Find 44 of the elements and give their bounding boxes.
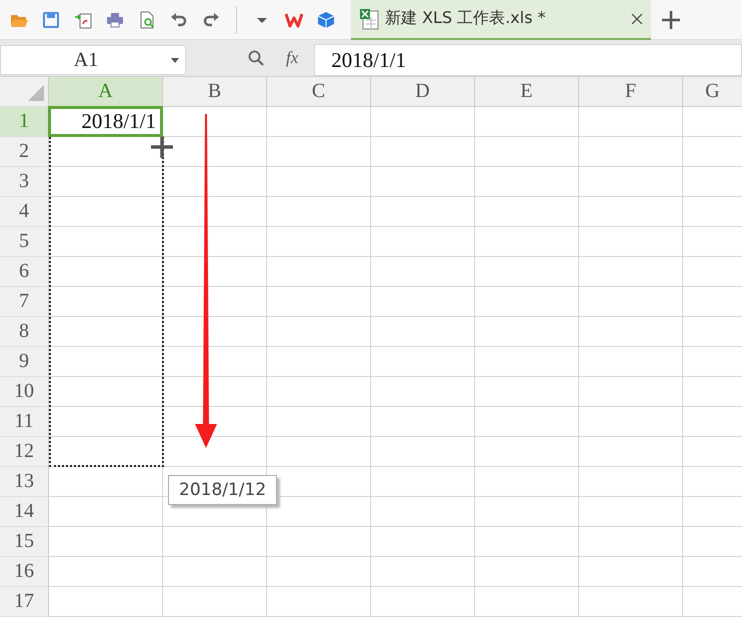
formula-input[interactable]: 2018/1/1 [314,44,742,76]
crosshair-cursor-icon [149,134,175,160]
print-preview-icon[interactable] [138,10,156,28]
column-header[interactable]: F [579,77,683,107]
undo-icon[interactable] [170,10,188,28]
row-header[interactable]: 14 [0,497,49,527]
row-header[interactable]: 11 [0,407,49,437]
search-icon[interactable] [248,50,264,66]
row-header[interactable]: 3 [0,167,49,197]
row-header[interactable]: 12 [0,437,49,467]
row-header[interactable]: 5 [0,227,49,257]
file-tab[interactable]: 新建 XLS 工作表.xls * [351,0,651,40]
row-header[interactable]: 7 [0,287,49,317]
name-box[interactable]: A1 [0,45,186,75]
new-tab-icon[interactable] [661,10,681,30]
row-header[interactable]: 4 [0,197,49,227]
save-icon[interactable] [42,10,60,28]
cube-icon[interactable] [317,10,335,28]
column-header[interactable]: B [163,77,267,107]
print-icon[interactable] [106,10,124,28]
table-cell: 2018/1/1 [48,106,163,137]
row-header[interactable]: 9 [0,347,49,377]
column-header[interactable]: G [683,77,742,107]
row-header[interactable]: 6 [0,257,49,287]
row-header[interactable]: 10 [0,377,49,407]
row-header[interactable]: 2 [0,137,49,167]
column-header[interactable]: D [371,77,475,107]
row-header[interactable]: 16 [0,557,49,587]
export-document-icon[interactable] [74,10,92,28]
redo-icon[interactable] [202,10,220,28]
caret-icon [171,58,179,62]
spreadsheet-file-icon [359,8,379,30]
column-header[interactable]: C [267,77,371,107]
row-header[interactable]: 17 [0,587,49,617]
row-header[interactable]: 8 [0,317,49,347]
row-header[interactable]: 13 [0,467,49,497]
row-header[interactable]: 15 [0,527,49,557]
function-button[interactable]: fx [286,48,298,68]
row-header[interactable]: 1 [0,107,49,137]
close-icon[interactable] [631,12,643,24]
column-header[interactable]: E [475,77,579,107]
w-logo-icon[interactable] [285,10,303,28]
fill-value-tooltip: 2018/1/12 [168,475,278,505]
column-header[interactable]: A [49,77,163,107]
